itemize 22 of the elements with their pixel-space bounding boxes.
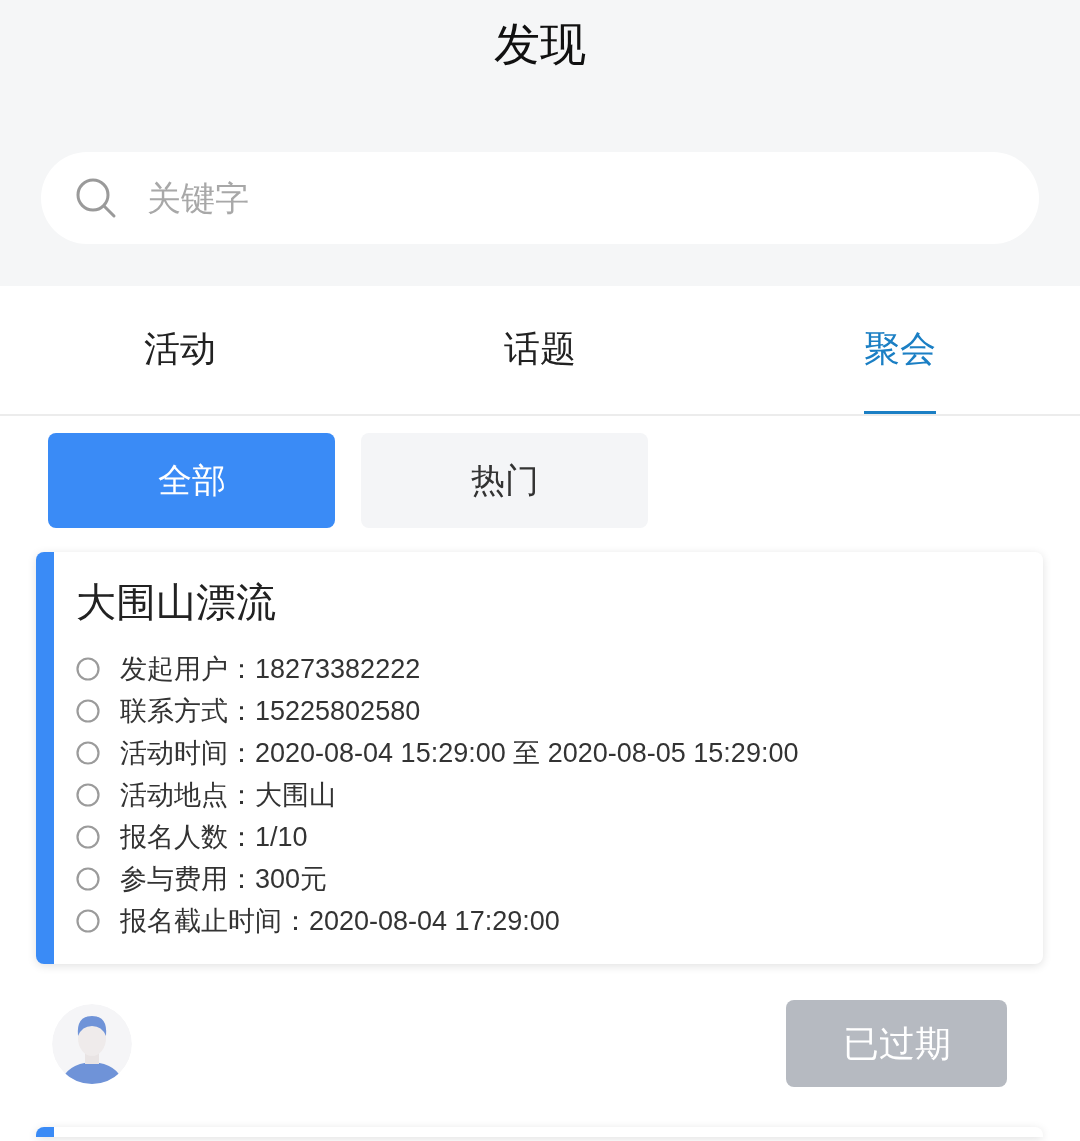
event-detail: 活动时间：2020-08-04 15:29:00 至 2020-08-05 15:29:00 <box>120 736 799 770</box>
event-detail: 参与费用：300元 <box>120 862 328 896</box>
search-field[interactable]: 关键字 <box>41 152 1039 244</box>
tab[interactable]: 活动 <box>144 286 216 414</box>
circle-icon <box>76 657 100 681</box>
event-title: 大围山漂流 <box>76 579 277 626</box>
circle-icon <box>76 867 100 891</box>
event-detail: 发起用户：18273382222 <box>120 652 421 686</box>
circle-icon <box>76 699 100 723</box>
circle-icon <box>76 783 100 807</box>
event-detail: 活动地点：大围山 <box>120 778 336 812</box>
circle-icon <box>76 909 100 933</box>
page-title: 发现 <box>494 17 586 72</box>
event-detail: 报名截止时间：2020-08-04 17:29:00 <box>120 904 560 938</box>
circle-icon <box>76 825 100 849</box>
tab[interactable]: 话题 <box>504 286 576 414</box>
circle-icon <box>76 741 100 765</box>
filter-button[interactable]: 热门 <box>361 433 648 528</box>
event-detail: 报名人数：1/10 <box>120 820 308 854</box>
search-icon <box>75 177 117 219</box>
event-detail: 联系方式：15225802580 <box>120 694 421 728</box>
tab[interactable]: 聚会 <box>864 286 936 414</box>
